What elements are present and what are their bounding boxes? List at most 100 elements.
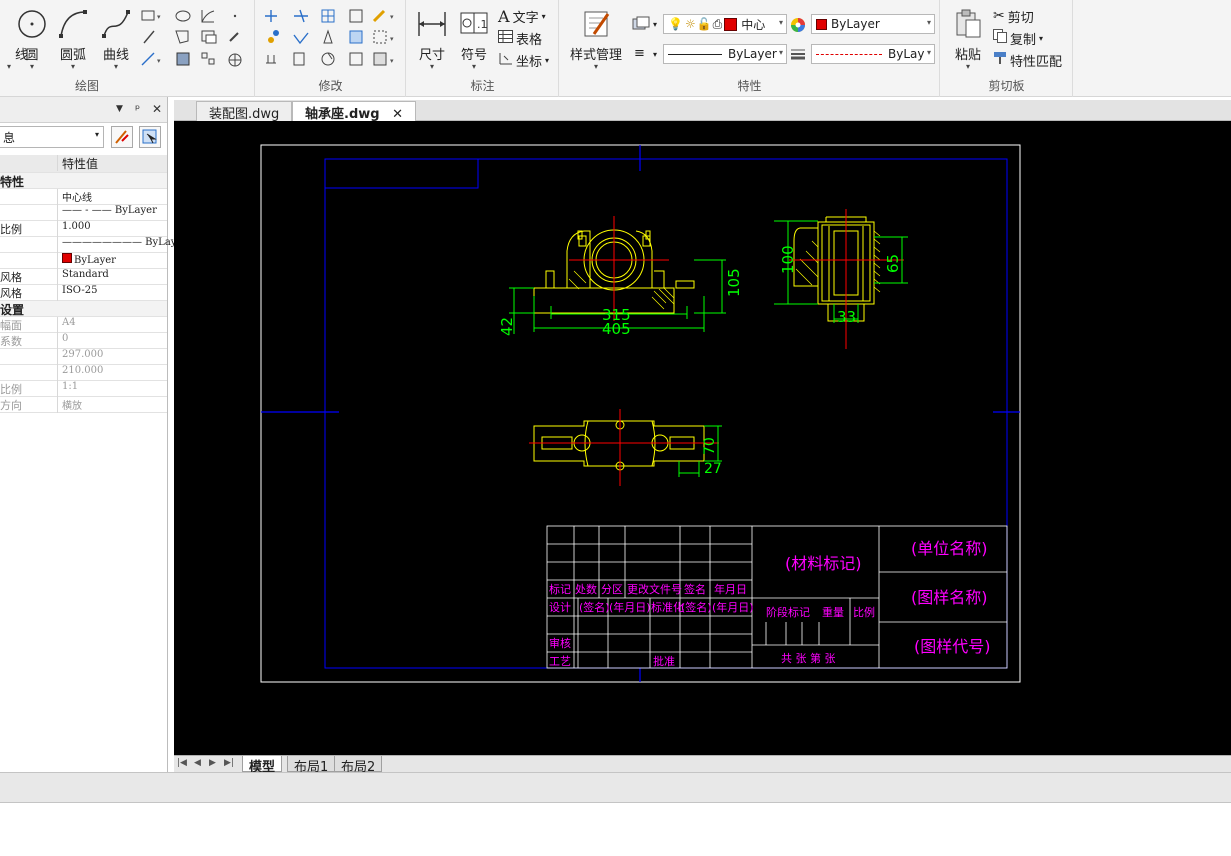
copy-button[interactable]: 复制 ▾: [993, 28, 1043, 48]
property-section-row: 特性: [0, 173, 167, 189]
sun-icon: ☼: [684, 17, 696, 31]
last-tab-arrow-icon[interactable]: ▶|: [224, 758, 234, 768]
drawing-code: (图样代号): [914, 637, 991, 656]
cut-button[interactable]: ✂ 剪切: [993, 6, 1034, 26]
table-label: 表格: [516, 32, 543, 48]
property-row[interactable]: 风格 ISO-25: [0, 285, 167, 301]
arc-label: 圆弧: [59, 48, 86, 63]
dim-100: 100: [779, 245, 797, 274]
chevron-down-icon: ▾: [653, 20, 658, 29]
property-value: 297.000: [62, 349, 104, 360]
dim-65: 65: [884, 254, 902, 273]
text-button[interactable]: A 文字 ▾: [498, 6, 546, 26]
style-manager-button[interactable]: 样式管理 ▾: [566, 6, 626, 71]
title-block-text: (材料标记) (单位名称) (图样名称) (图样代号) 标记 处数 分区 更改文…: [549, 539, 991, 668]
layer-color-swatch: [724, 17, 738, 31]
lineweight-icon[interactable]: [790, 47, 806, 64]
property-row[interactable]: 幅面 A4: [0, 317, 167, 333]
property-row[interactable]: —— - —— ByLayer: [0, 205, 167, 221]
color-value: ByLayer: [831, 17, 880, 31]
draw-group: 线 ▾ 圆 ▾ 圆弧 ▾ 曲线 ▾ ▾ ▾ 绘图: [0, 0, 255, 97]
clipboard-group-label: 剪切板: [988, 79, 1025, 93]
dimension-button[interactable]: 尺寸 ▾: [411, 6, 453, 71]
text-label: 文字: [512, 10, 539, 26]
property-row[interactable]: 系数 0: [0, 333, 167, 349]
tab-model[interactable]: 模型: [242, 756, 283, 775]
dimension-label: 尺寸: [418, 48, 445, 63]
toggle-pickadd-button[interactable]: [111, 126, 133, 148]
coord-button[interactable]: 坐标 ▾: [498, 50, 549, 70]
property-value: 1.000: [62, 221, 91, 232]
tab-layout1[interactable]: 布局1: [287, 756, 336, 775]
header-value: 特性值: [62, 157, 99, 171]
match-label: 特性匹配: [1010, 54, 1063, 70]
pin-icon[interactable]: ᵖ: [135, 102, 140, 116]
property-row[interactable]: 297.000: [0, 349, 167, 365]
property-row[interactable]: 风格 Standard: [0, 269, 167, 285]
circle-button[interactable]: 圆 ▾: [11, 6, 53, 71]
side-view: [793, 216, 881, 322]
property-key: 幅面: [0, 317, 58, 333]
prev-tab-arrow-icon[interactable]: ◀: [194, 758, 201, 768]
paste-label: 粘贴: [954, 48, 981, 63]
color-wheel-icon[interactable]: [790, 17, 806, 36]
list-icon[interactable]: ≡: [634, 46, 645, 61]
property-row[interactable]: 比例 1:1: [0, 381, 167, 397]
property-value: A4: [62, 317, 76, 328]
properties-group: 样式管理 ▾ ▾ ≡ ▾ 💡 ☼ 🔓 ⎙ 中心 ▾ ByLayer ▾ ByLa…: [560, 0, 940, 97]
craft-label: 工艺: [549, 655, 571, 668]
property-key: [0, 349, 58, 365]
close-icon[interactable]: ✕: [152, 102, 162, 116]
lineweight-combo[interactable]: ByLay ▾: [811, 44, 935, 64]
arc-button[interactable]: 圆弧 ▾: [52, 6, 94, 71]
modify-tools-icons[interactable]: ▾ ▾ ▾: [262, 7, 402, 69]
layer-combo[interactable]: 💡 ☼ 🔓 ⎙ 中心 ▾: [663, 14, 787, 34]
doc-tab-bearing[interactable]: 轴承座.dwg ✕: [292, 101, 416, 122]
property-row[interactable]: 方向 横放: [0, 397, 167, 413]
hdr-count: 处数: [575, 583, 597, 596]
property-row[interactable]: 210.000: [0, 365, 167, 381]
linetype-sample: [668, 53, 722, 55]
next-tab-arrow-icon[interactable]: ▶: [209, 758, 216, 768]
brush-icon: [993, 51, 1007, 69]
arc-icon: [57, 8, 89, 40]
svg-text:.1: .1: [477, 18, 488, 31]
linetype-combo[interactable]: ByLayer ▾: [663, 44, 787, 64]
curve-button[interactable]: 曲线 ▾: [95, 6, 137, 71]
command-bar[interactable]: [0, 772, 1231, 803]
svg-text:▾: ▾: [157, 13, 161, 21]
property-row[interactable]: 比例 1.000: [0, 221, 167, 237]
sheets-label: 共 张 第 张: [781, 651, 836, 665]
circle-label: 圆: [25, 48, 39, 63]
chevron-down-icon[interactable]: ▼: [116, 104, 123, 114]
draw-tools-icons[interactable]: ▾ ▾: [140, 7, 250, 69]
doc-tab-assembly[interactable]: 装配图.dwg: [196, 101, 293, 122]
select-objects-button[interactable]: [139, 126, 161, 148]
table-button[interactable]: 表格: [498, 28, 542, 48]
drawing-canvas[interactable]: 315 405 42 105 100 65 33 70 27 (材料标记) (单…: [174, 121, 1231, 755]
lineweight-value: ByLay: [888, 47, 925, 61]
curve-icon: [100, 8, 132, 40]
property-value: ———————— ByLayer: [62, 237, 188, 248]
drawing-svg: 315 405 42 105 100 65 33 70 27 (材料标记) (单…: [260, 144, 1021, 683]
symbol-button[interactable]: .1 符号 ▾: [453, 6, 495, 71]
property-row[interactable]: ByLayer: [0, 253, 167, 269]
tab-layout2[interactable]: 布局2: [334, 756, 383, 775]
color-combo[interactable]: ByLayer ▾: [811, 14, 935, 34]
close-icon[interactable]: ✕: [392, 107, 403, 122]
svg-text:▾: ▾: [390, 35, 394, 43]
unit-name: (单位名称): [911, 539, 988, 558]
match-properties-button[interactable]: 特性匹配: [993, 50, 1062, 70]
selection-combo[interactable]: 息 ▾: [0, 126, 104, 148]
property-row[interactable]: ———————— ByLayer: [0, 237, 187, 253]
header-key: [0, 155, 58, 171]
properties-header-row: 特性值: [0, 155, 167, 173]
row-date2: (年月日): [712, 600, 754, 614]
paste-button[interactable]: 粘贴 ▾: [947, 6, 989, 71]
first-tab-arrow-icon[interactable]: |◀: [177, 758, 187, 768]
dim-27: 27: [704, 461, 722, 477]
scale-label: 比例: [853, 605, 875, 619]
property-row[interactable]: 中心线: [0, 189, 167, 205]
layer-manager-icon[interactable]: [632, 16, 650, 35]
hdr-change: 更改文件号: [627, 582, 682, 596]
